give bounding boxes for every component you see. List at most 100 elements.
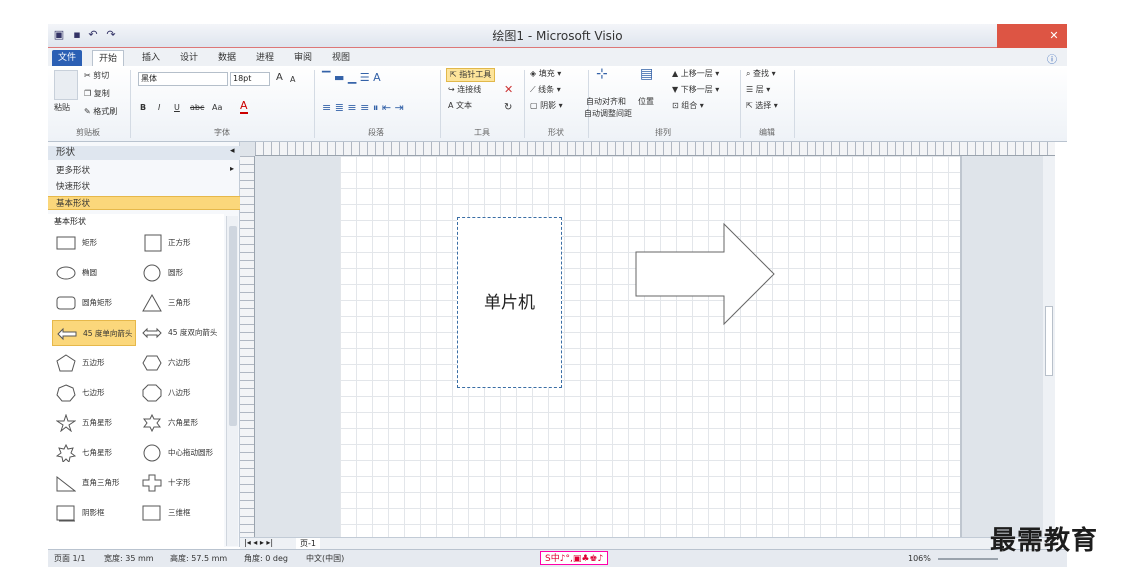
shape-label: 正方形 [168, 238, 191, 247]
collapse-icon[interactable]: ◂ [230, 146, 235, 156]
copy-button[interactable]: ❐ 复制 [84, 88, 110, 100]
position-button[interactable]: 位置 [638, 96, 654, 108]
layers-button[interactable]: ☰ 层 ▾ [746, 84, 770, 96]
position-icon[interactable]: ▤ [640, 67, 653, 81]
fill-button[interactable]: ◈ 填充 ▾ [530, 68, 561, 80]
stencil-shape[interactable]: 中心拖动圆形 [138, 440, 222, 466]
zoom-level[interactable]: 106% [908, 550, 931, 568]
format-painter-button[interactable]: ✎ 格式刷 [84, 106, 117, 118]
paragraph-group-label: 段落 [368, 128, 384, 137]
grow-font-button[interactable]: A [276, 72, 283, 84]
status-width: 宽度: 35 mm [104, 554, 154, 563]
align-text-icons[interactable]: ≡ ≣ ≡ ≡ ⏸ ⇤ ⇥ [322, 102, 404, 114]
tab-home[interactable]: 开始 [92, 50, 125, 66]
align-top-icon[interactable]: ▔ ▬ ▁ ☰ A [322, 72, 381, 84]
stencil-shape[interactable]: 七角星形 [52, 440, 136, 466]
close-x-icon[interactable]: ✕ [504, 84, 513, 96]
tab-process[interactable]: 进程 [250, 50, 280, 66]
stencil-shape[interactable]: 圆角矩形 [52, 290, 136, 316]
tab-data[interactable]: 数据 [212, 50, 242, 66]
find-button[interactable]: ⌕ 查找 ▾ [746, 68, 776, 80]
stencil-shape[interactable]: 五边形 [52, 350, 136, 376]
stencil-shape[interactable]: 十字形 [138, 470, 222, 496]
cut-button[interactable]: ✂ 剪切 [84, 70, 109, 82]
stencil-shape[interactable]: 椭圆 [52, 260, 136, 286]
divider [524, 70, 525, 138]
shrink-font-button[interactable]: A [290, 74, 295, 86]
italic-button[interactable]: I [158, 102, 160, 114]
scroll-thumb[interactable] [229, 226, 237, 426]
shape-icon [142, 355, 162, 371]
stencil-shape[interactable]: 六边形 [138, 350, 222, 376]
arrow-shape[interactable] [634, 222, 778, 326]
font-color-button[interactable]: A [240, 100, 248, 114]
auto-align-icon[interactable]: ⊹ [596, 67, 608, 81]
strikethrough-button[interactable]: abc [190, 102, 204, 114]
divider [130, 70, 131, 138]
paste-icon[interactable] [54, 70, 78, 100]
stencil-shape[interactable]: 五角星形 [52, 410, 136, 436]
shape-icon [143, 264, 161, 282]
connector-button[interactable]: ↪ 连接线 [448, 84, 481, 96]
shape-icon [56, 236, 76, 250]
watermark: 最需教育 [990, 526, 1099, 556]
select-button[interactable]: ⇱ 选择 ▾ [746, 100, 778, 112]
send-backward-button[interactable]: ▼ 下移一层 ▾ [672, 84, 719, 96]
auto-align-label[interactable]: 自动对齐和 [586, 96, 626, 108]
group-button[interactable]: ⊡ 组合 ▾ [672, 100, 704, 112]
paste-button[interactable]: 粘贴 [54, 102, 70, 114]
status-page[interactable]: 页面 1/1 [54, 550, 85, 568]
stencil-scrollbar[interactable] [226, 216, 238, 546]
stencil-shape[interactable]: 直角三角形 [52, 470, 136, 496]
scroll-thumb[interactable] [1045, 306, 1053, 376]
change-case-button[interactable]: Aa [212, 102, 222, 114]
rectangle-shape[interactable]: 单片机 [457, 217, 562, 388]
shadow-button[interactable]: ▢ 阴影 ▾ [530, 100, 563, 112]
stencil-shape[interactable]: 阴影框 [52, 500, 136, 526]
stencil-shape[interactable]: 三维框 [138, 500, 222, 526]
tab-file[interactable]: 文件 [52, 50, 83, 66]
stencil-shape[interactable]: 45 度双向箭头 [138, 320, 222, 346]
stencil-shape[interactable]: 45 度单向箭头 [52, 320, 136, 346]
stencil-shape[interactable]: 正方形 [138, 230, 222, 256]
more-shapes-item[interactable]: 更多形状 [48, 164, 240, 178]
font-size-combo[interactable]: 18pt [230, 72, 270, 86]
stencil-shape[interactable]: 八边形 [138, 380, 222, 406]
stencil-shape[interactable]: 六角星形 [138, 410, 222, 436]
shape-text[interactable]: 单片机 [458, 288, 561, 313]
auto-space-label[interactable]: 自动调整间距 [584, 108, 632, 120]
line-button[interactable]: ⟋ 线条 ▾ [530, 84, 561, 96]
status-language[interactable]: 中文(中国) [306, 550, 344, 568]
vertical-scrollbar[interactable] [1043, 156, 1055, 547]
tab-insert[interactable]: 插入 [136, 50, 166, 66]
ribbon: 粘贴 ✂ 剪切 ❐ 复制 ✎ 格式刷 剪贴板 黑体 18pt A A B I U… [48, 66, 1067, 142]
underline-button[interactable]: U [174, 102, 180, 114]
shapes-pane: 形状 ◂ 更多形状 ▸ 快速形状 基本形状 基本形状 矩形 正方形 椭圆 圆形 圆角矩形… [48, 142, 240, 584]
page-tab[interactable]: 页-1 [296, 538, 320, 549]
shapes-pane-title: 形状 [48, 146, 240, 160]
text-tool-button[interactable]: A 文本 [448, 100, 472, 112]
zoom-slider[interactable] [938, 558, 998, 560]
maximize-icon[interactable]: ▫ [1019, 27, 1041, 45]
pointer-tool-button[interactable]: ⇱ 指针工具 [446, 68, 496, 82]
divider [740, 70, 741, 138]
bring-forward-button[interactable]: ▲ 上移一层 ▾ [672, 68, 719, 80]
font-name-combo[interactable]: 黑体 [138, 72, 228, 86]
close-icon[interactable]: ✕ [1043, 27, 1065, 45]
help-icon[interactable]: ⓘ [1047, 51, 1057, 66]
stencil-shape[interactable]: 七边形 [52, 380, 136, 406]
bold-button[interactable]: B [140, 102, 146, 114]
stencil-shape[interactable]: 三角形 [138, 290, 222, 316]
minimize-icon[interactable]: – [997, 27, 1019, 45]
tab-design[interactable]: 设计 [174, 50, 204, 66]
basic-shapes-item[interactable]: 基本形状 [48, 196, 240, 210]
tab-view[interactable]: 视图 [326, 50, 356, 66]
drawing-page[interactable] [340, 156, 960, 541]
rotate-icon[interactable]: ↻ [504, 102, 512, 114]
stencil-shape[interactable]: 矩形 [52, 230, 136, 256]
stencil-shape[interactable]: 圆形 [138, 260, 222, 286]
tab-review[interactable]: 审阅 [288, 50, 318, 66]
quick-shapes-item[interactable]: 快速形状 [48, 180, 240, 194]
page-nav-icon[interactable]: |◂ ◂ ▸ ▸| [244, 538, 273, 547]
ime-toolbar[interactable]: S中♪°,▣♣♚♪ [540, 551, 609, 565]
